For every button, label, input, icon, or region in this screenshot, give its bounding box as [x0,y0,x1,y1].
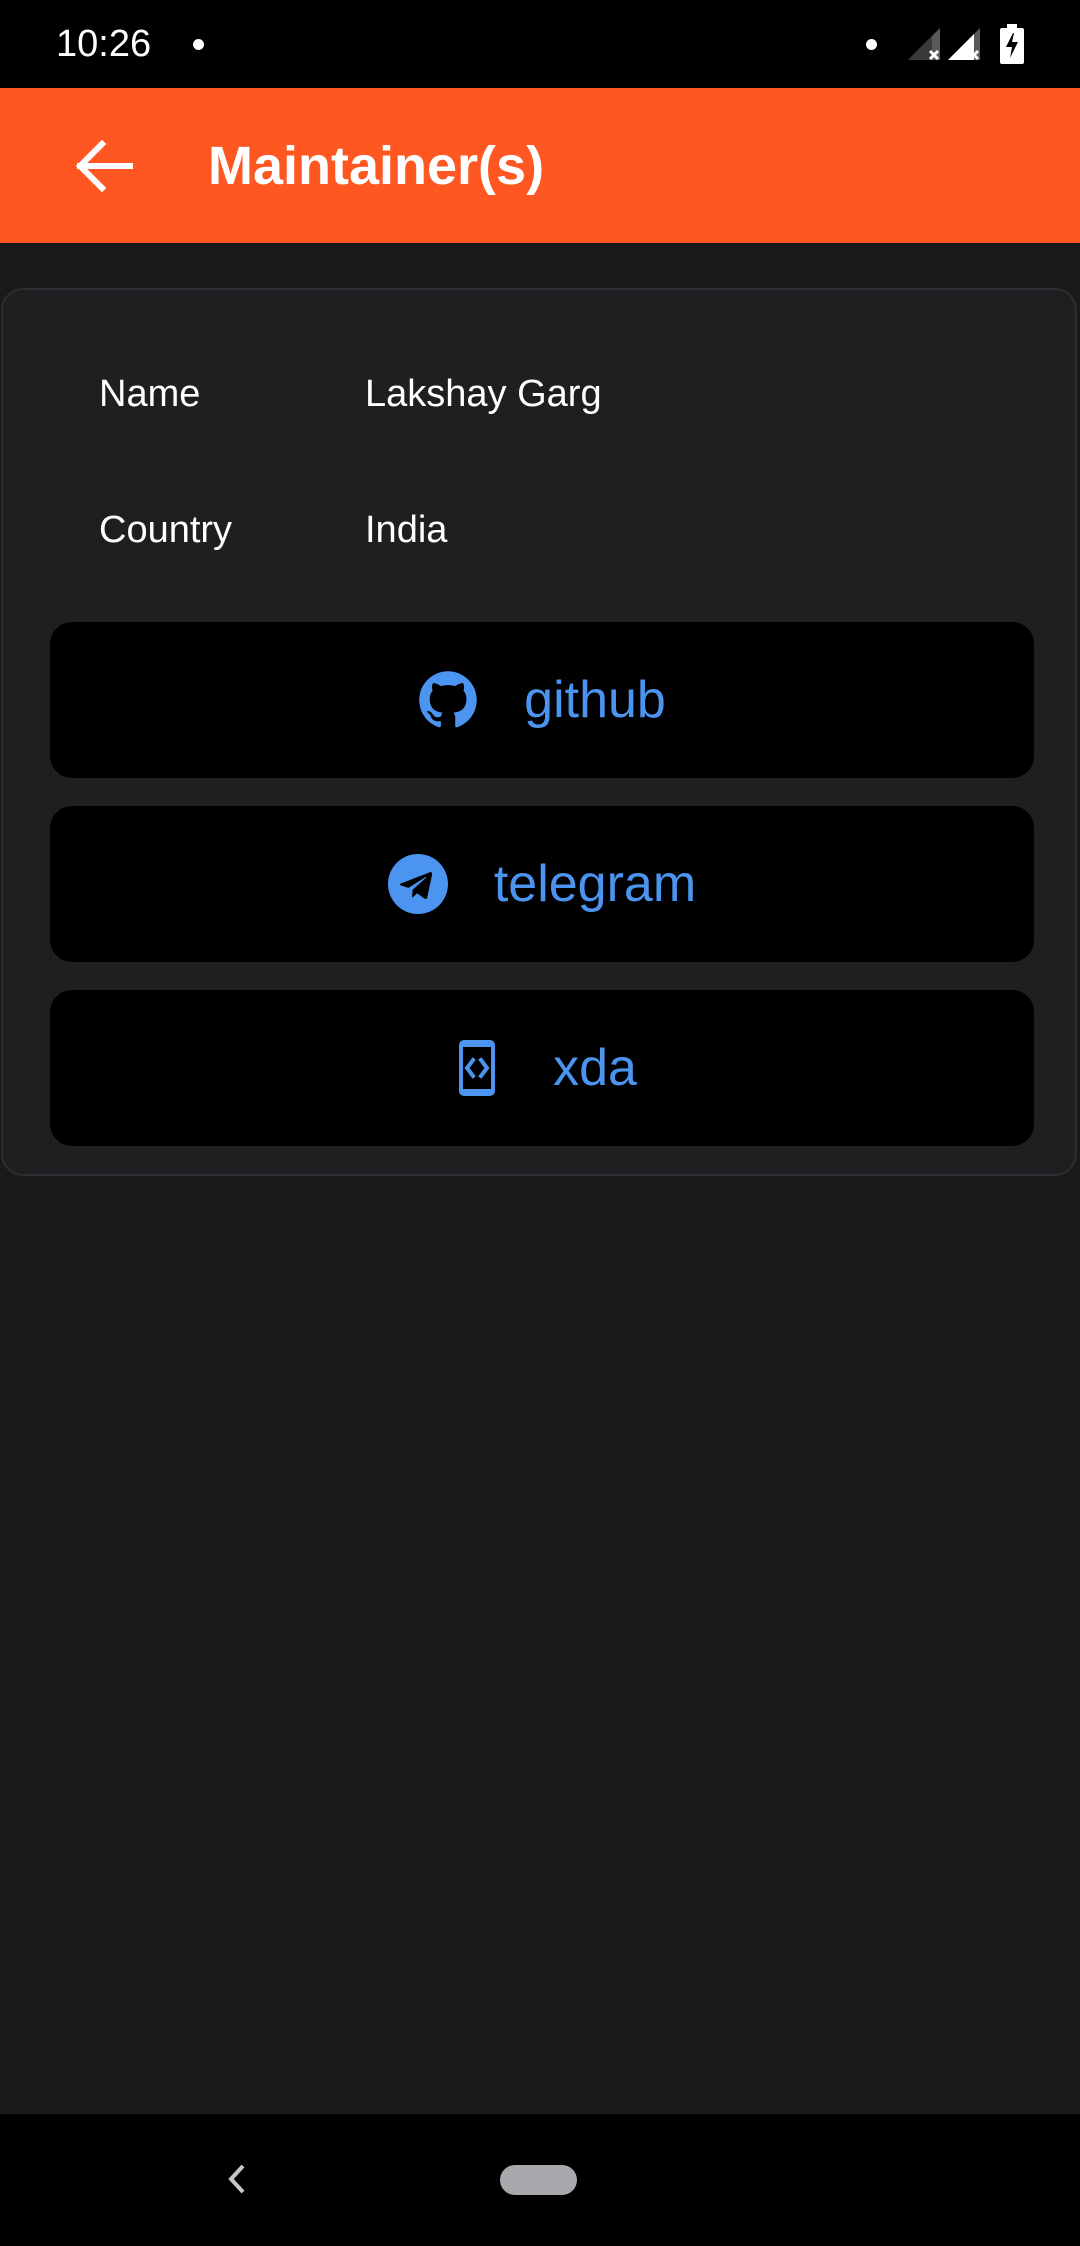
signal-icon [948,28,980,61]
navigation-bar [0,2114,1080,2246]
back-button[interactable] [54,116,154,216]
maintainers-screen: 10:26 Maintainer(s) Name Lakshay Garg Co… [0,0,1080,2246]
xda-icon [447,1038,507,1098]
chevron-left-icon [228,2164,245,2194]
name-value: Lakshay Garg [365,373,602,415]
notification-dot-icon [193,39,204,50]
github-icon [418,670,478,730]
xda-label: xda [553,1039,637,1097]
notification-dot-icon [866,39,877,50]
name-label: Name [99,373,201,415]
signal-icon [908,28,940,61]
app-bar: Maintainer(s) [0,88,1080,243]
arrow-back-icon [75,140,133,192]
page-title: Maintainer(s) [208,136,545,196]
country-label: Country [99,509,233,551]
nav-back-button[interactable] [212,2154,262,2204]
telegram-label: telegram [493,855,697,913]
status-bar: 10:26 [0,0,1080,88]
github-label: github [524,671,666,729]
telegram-button[interactable]: telegram [50,806,1034,962]
country-value: India [365,509,448,551]
xda-button[interactable]: xda [50,990,1034,1146]
telegram-icon [387,854,448,914]
status-time: 10:26 [56,23,152,65]
battery-charging-icon [1000,24,1024,64]
github-button[interactable]: github [50,622,1034,778]
home-pill-button[interactable] [500,2165,577,2195]
maintainer-card: Name Lakshay Garg Country India github t… [1,288,1077,1176]
